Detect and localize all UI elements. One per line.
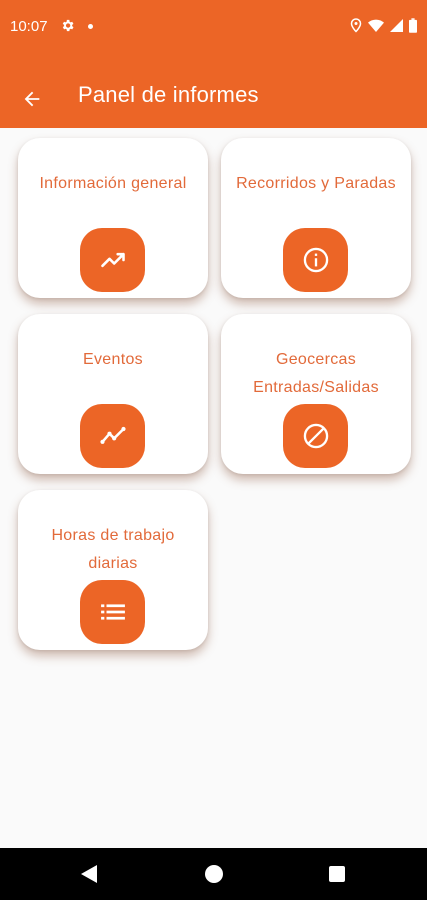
back-triangle-icon[interactable]: [80, 864, 98, 889]
status-time: 10:07: [10, 18, 48, 35]
app-bar: Panel de informes: [0, 56, 427, 128]
card-label: Información general: [39, 175, 187, 192]
info-circle-icon: [283, 228, 348, 292]
card-recorridos-paradas[interactable]: Recorridos y Paradas: [221, 138, 411, 298]
block-icon: [283, 404, 348, 468]
wifi-icon: [368, 19, 384, 38]
card-geocercas[interactable]: Geocercas Entradas/Salidas: [221, 314, 411, 474]
trending-up-icon: [80, 228, 145, 292]
status-icons: [350, 18, 417, 38]
card-label: Eventos: [83, 351, 143, 368]
arrow-left-icon: [24, 91, 40, 107]
list-icon: [80, 580, 145, 644]
page-title: Panel de informes: [78, 82, 259, 107]
signal-icon: [390, 19, 403, 37]
notification-dot-icon: [88, 24, 93, 29]
back-button[interactable]: [18, 85, 46, 113]
card-horas-trabajo[interactable]: Horas de trabajo diarias: [18, 490, 208, 650]
card-label: Geocercas Entradas/Salidas: [253, 351, 379, 396]
location-icon: [350, 18, 362, 38]
card-label: Horas de trabajo diarias: [51, 527, 175, 572]
card-label: Recorridos y Paradas: [236, 175, 396, 192]
card-eventos[interactable]: Eventos: [18, 314, 208, 474]
battery-icon: [409, 18, 417, 38]
status-bar: 10:07: [0, 0, 427, 56]
chart-line-icon: [80, 404, 145, 468]
gear-icon: [60, 18, 75, 38]
home-circle-icon[interactable]: [204, 864, 224, 889]
system-nav-bar: [0, 848, 427, 900]
card-informacion-general[interactable]: Información general: [18, 138, 208, 298]
recents-square-icon[interactable]: [328, 865, 346, 888]
